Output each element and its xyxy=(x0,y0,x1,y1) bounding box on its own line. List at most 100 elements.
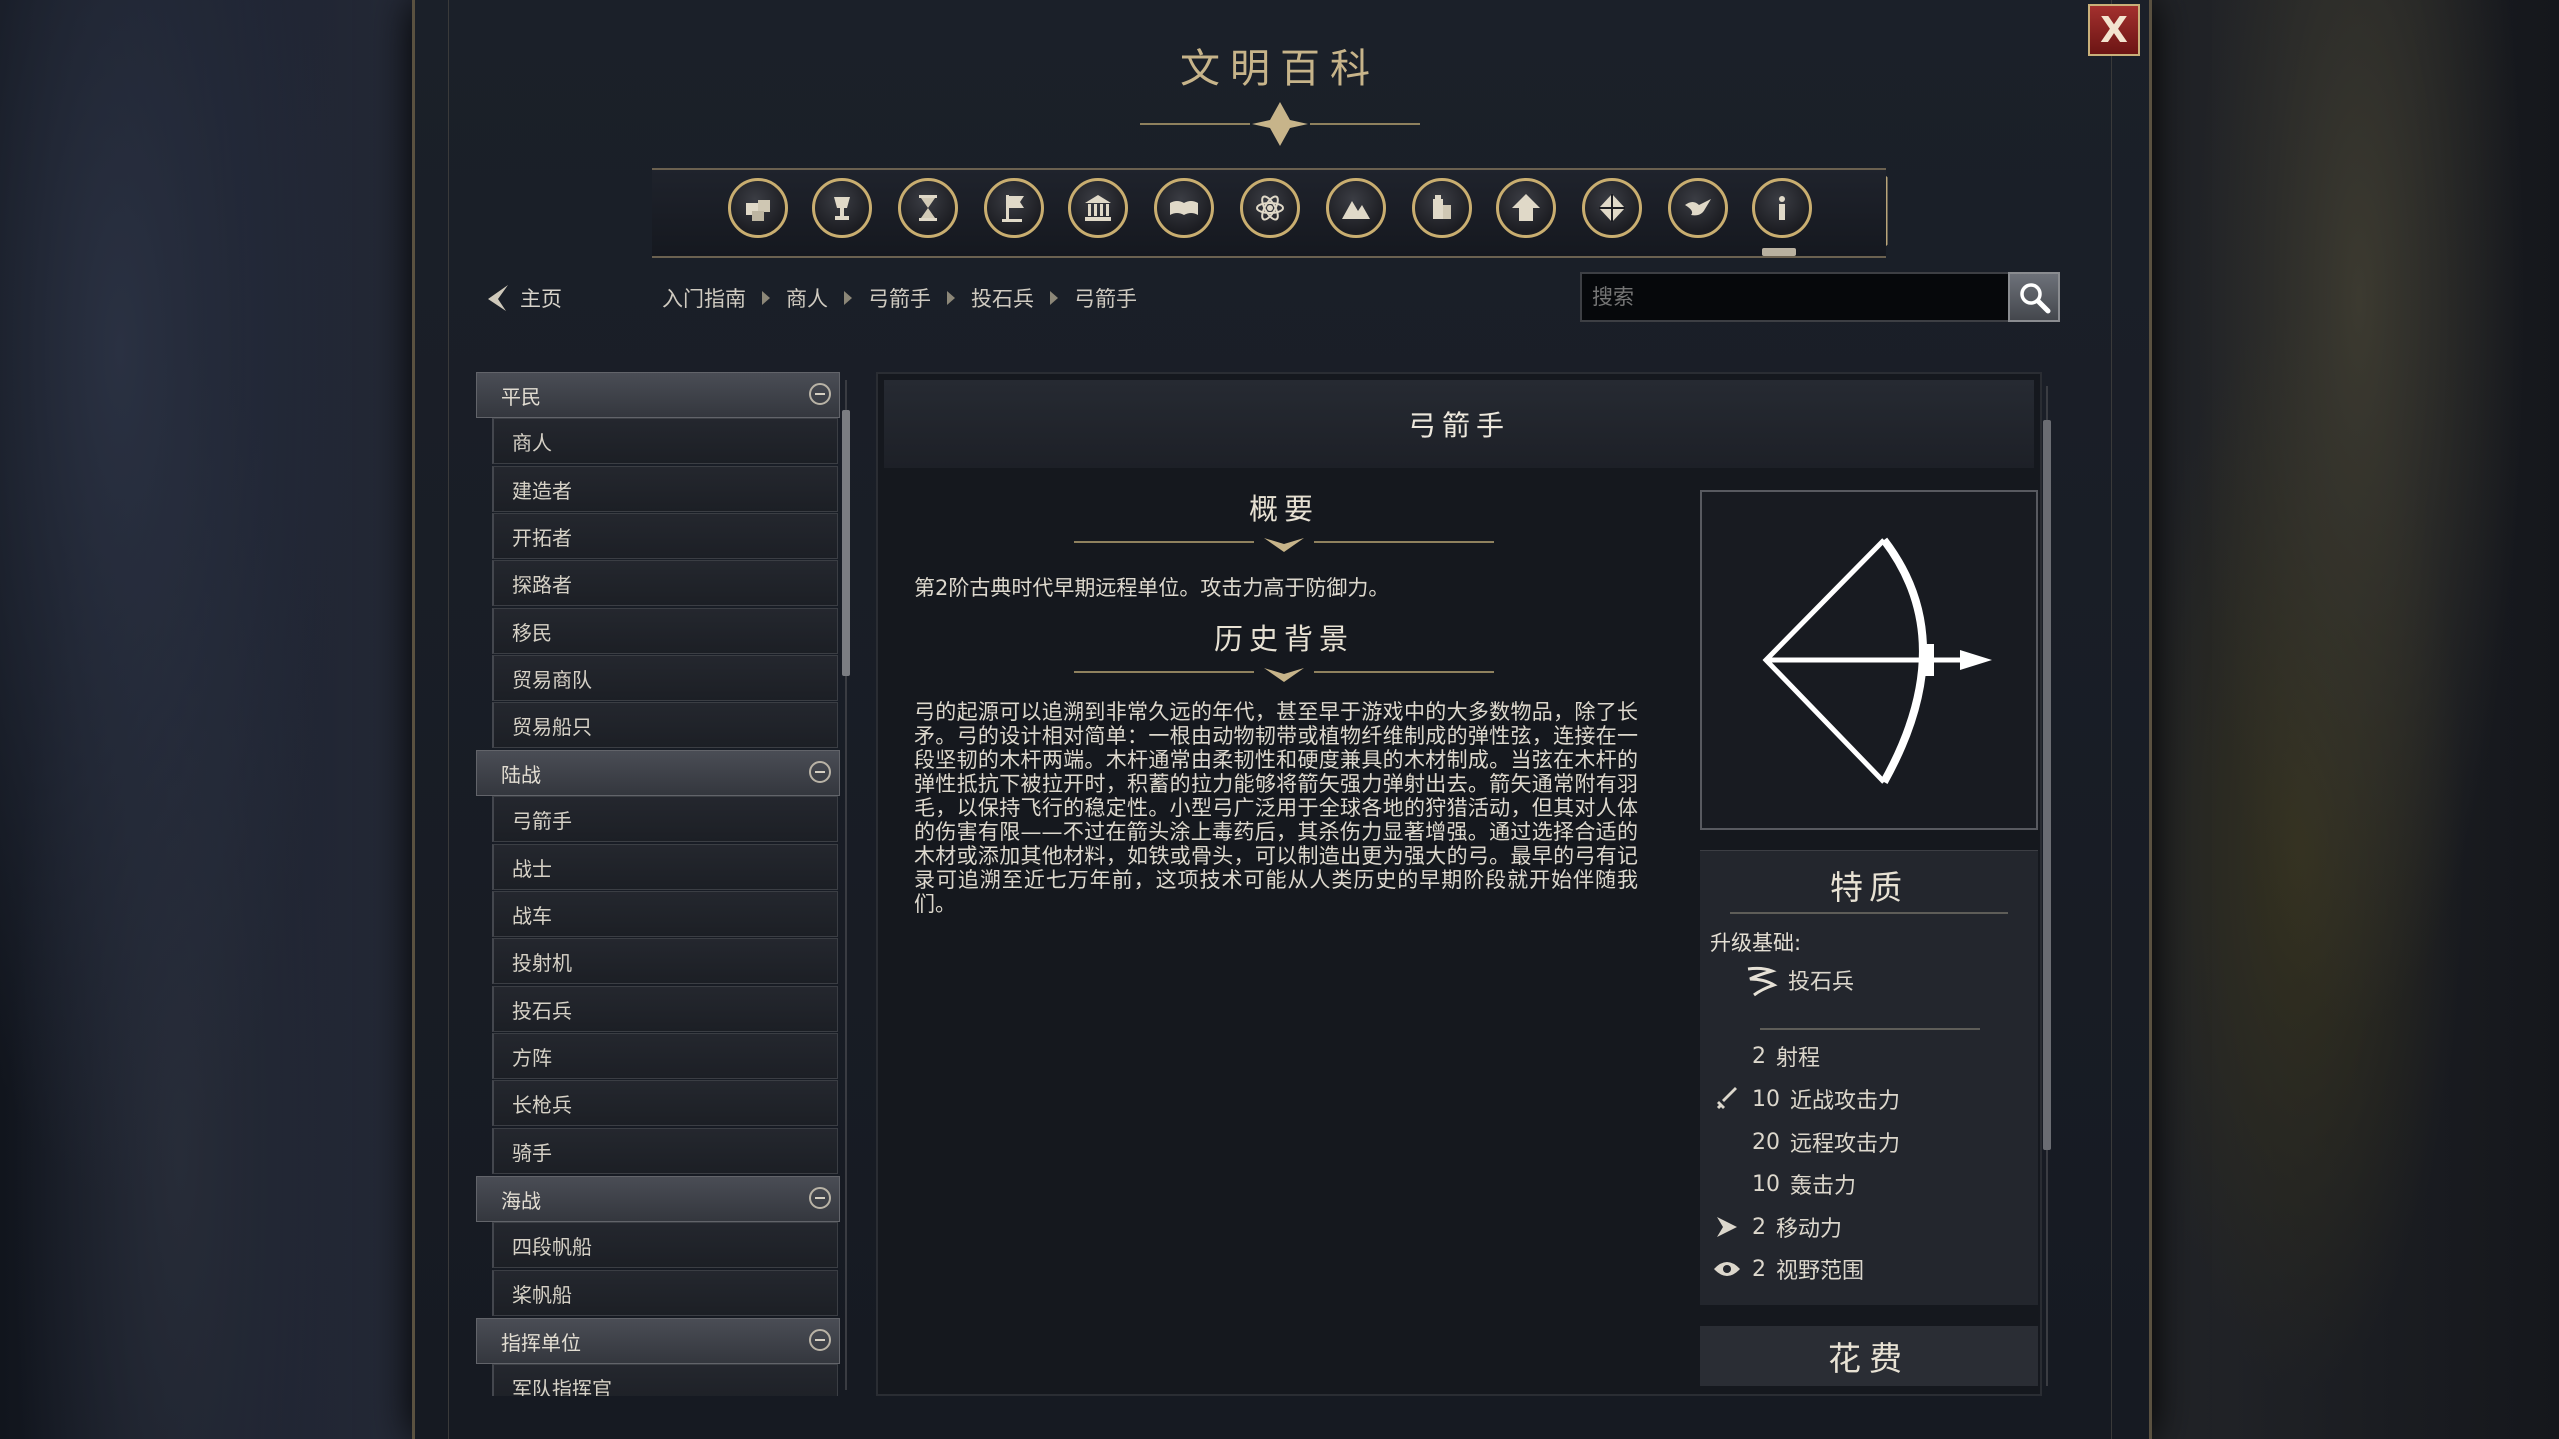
search-input[interactable] xyxy=(1580,272,2012,322)
district-icon[interactable] xyxy=(1412,178,1472,238)
atom-icon[interactable] xyxy=(1240,178,1300,238)
cost-title: 花费 xyxy=(1700,1326,2038,1386)
sidebar-item[interactable]: 贸易商队 xyxy=(492,655,838,701)
sidebar-item[interactable]: 桨帆船 xyxy=(492,1270,838,1316)
search-icon xyxy=(2020,283,2051,314)
dove-icon[interactable] xyxy=(1668,178,1728,238)
traits-divider xyxy=(1760,1028,1980,1030)
arrow-up-icon[interactable] xyxy=(1496,178,1556,238)
upgrade-unit-label: 投石兵 xyxy=(1788,970,1855,995)
category-label: 海战 xyxy=(501,1188,541,1213)
category-civilian[interactable]: 平民 xyxy=(476,372,840,418)
breadcrumb: 入门指南 商人 弓箭手 投石兵 弓箭手 xyxy=(662,280,1137,316)
breadcrumb-separator-icon xyxy=(844,291,852,305)
stat-label: 远程攻击力 xyxy=(1790,1132,1901,1157)
collapse-icon[interactable] xyxy=(809,1187,831,1209)
unit-title: 弓箭手 xyxy=(884,380,2034,468)
title-ornament xyxy=(1140,102,1420,146)
sidebar-item[interactable]: 建造者 xyxy=(492,466,838,512)
sidebar-item[interactable]: 战车 xyxy=(492,891,838,937)
sidebar-item[interactable]: 四段帆船 xyxy=(492,1222,838,1268)
sidebar-item[interactable]: 方阵 xyxy=(492,1033,838,1079)
home-link[interactable]: 主页 xyxy=(484,278,562,318)
traits-divider xyxy=(1730,912,2008,914)
overview-text: 第2阶古典时代早期远程单位。攻击力高于防御力。 xyxy=(914,576,1390,600)
category-label: 指挥单位 xyxy=(501,1330,581,1355)
collapse-icon[interactable] xyxy=(809,383,831,405)
sidebar-item[interactable]: 贸易船只 xyxy=(492,702,838,748)
boxes-icon[interactable] xyxy=(728,178,788,238)
history-title: 历史背景 xyxy=(1213,622,1354,656)
category-commander[interactable]: 指挥单位 xyxy=(476,1318,840,1364)
hourglass-icon[interactable] xyxy=(898,178,958,238)
temple-icon[interactable] xyxy=(1068,178,1128,238)
sidebar-item[interactable]: 移民 xyxy=(492,608,838,654)
history-text: 弓的起源可以追溯到非常久远的年代，甚至早于游戏中的大多数物品，除了长矛。弓的设计… xyxy=(914,700,1638,916)
breadcrumb-item[interactable]: 入门指南 xyxy=(662,283,746,313)
stat-label: 移动力 xyxy=(1776,1217,1843,1242)
stat-ranged-strength: 20 远程攻击力 xyxy=(1710,1125,1900,1159)
stat-value: 2 xyxy=(1752,1256,1766,1282)
sidebar-item[interactable]: 投射机 xyxy=(492,938,838,984)
upgrade-label: 升级基础: xyxy=(1710,931,1802,955)
stat-sight: 2 视野范围 xyxy=(1710,1252,1864,1286)
section-ornament xyxy=(1074,538,1494,552)
collapse-icon[interactable] xyxy=(809,761,831,783)
category-land[interactable]: 陆战 xyxy=(476,750,840,796)
sidebar-item[interactable]: 投石兵 xyxy=(492,986,838,1032)
section-ornament xyxy=(1074,668,1494,682)
background-right xyxy=(2099,0,2559,1439)
window-title: 文明百科 xyxy=(1180,46,1380,92)
sidebar-scrollbar[interactable] xyxy=(842,410,850,676)
sidebar-item[interactable]: 骑手 xyxy=(492,1128,838,1174)
stat-label: 近战攻击力 xyxy=(1790,1089,1901,1114)
breadcrumb-item[interactable]: 投石兵 xyxy=(971,283,1034,313)
unit-sidebar: 平民 商人 建造者 开拓者 探路者 移民 贸易商队 贸易船只 陆战 弓箭手 战士… xyxy=(476,372,840,1396)
breadcrumb-separator-icon xyxy=(762,291,770,305)
stat-value: 10 xyxy=(1752,1171,1780,1197)
traits-panel: 特质 升级基础: 投石兵 2 射程 10 近战攻击力 20 远程攻击力 10 轰… xyxy=(1700,850,2038,1305)
stat-movement: 2 移动力 xyxy=(1710,1210,1842,1244)
breadcrumb-item[interactable]: 商人 xyxy=(786,283,828,313)
stat-bombard-strength: 10 轰击力 xyxy=(1710,1167,1856,1201)
flag-icon[interactable] xyxy=(984,178,1044,238)
stat-value: 2 xyxy=(1752,1214,1766,1240)
sidebar-item[interactable]: 战士 xyxy=(492,844,838,890)
stat-value: 20 xyxy=(1752,1129,1780,1155)
traits-title: 特质 xyxy=(1830,868,1908,907)
home-label: 主页 xyxy=(520,287,562,311)
search-button[interactable] xyxy=(2008,272,2060,322)
background-left xyxy=(0,0,420,1439)
goblet-icon[interactable] xyxy=(812,178,872,238)
upgrade-unit-link[interactable]: 投石兵 xyxy=(1744,963,1854,997)
stat-label: 视野范围 xyxy=(1776,1259,1865,1284)
breadcrumb-separator-icon xyxy=(947,291,955,305)
sidebar-item[interactable]: 商人 xyxy=(492,418,838,464)
content-scrollbar[interactable] xyxy=(2043,420,2051,1150)
collapse-icon[interactable] xyxy=(809,1329,831,1351)
close-button[interactable]: X xyxy=(2088,4,2140,56)
sidebar-item[interactable]: 长枪兵 xyxy=(492,1080,838,1126)
sidebar-item[interactable]: 开拓者 xyxy=(492,513,838,559)
eye-icon xyxy=(1714,1262,1740,1276)
sling-icon xyxy=(1747,966,1778,997)
mountain-icon[interactable] xyxy=(1326,178,1386,238)
stat-melee-strength: 10 近战攻击力 xyxy=(1710,1082,1900,1116)
bow-icon xyxy=(1762,537,1992,784)
breadcrumb-item[interactable]: 弓箭手 xyxy=(1074,283,1137,313)
book-icon[interactable] xyxy=(1154,178,1214,238)
sidebar-item[interactable]: 军队指挥官 xyxy=(492,1364,838,1396)
breadcrumb-separator-icon xyxy=(1050,291,1058,305)
sidebar-item[interactable]: 弓箭手 xyxy=(492,796,838,842)
unit-portrait xyxy=(1700,490,2038,830)
sidebar-item[interactable]: 探路者 xyxy=(492,560,838,606)
overview-title: 概要 xyxy=(1248,492,1319,526)
back-arrow-icon xyxy=(488,285,508,311)
category-label: 平民 xyxy=(501,384,541,409)
cube-icon[interactable] xyxy=(1582,178,1642,238)
category-naval[interactable]: 海战 xyxy=(476,1176,840,1222)
breadcrumb-item[interactable]: 弓箭手 xyxy=(868,283,931,313)
stat-range: 2 射程 xyxy=(1710,1039,1820,1073)
info-icon[interactable] xyxy=(1752,178,1812,238)
category-label: 陆战 xyxy=(501,762,541,787)
